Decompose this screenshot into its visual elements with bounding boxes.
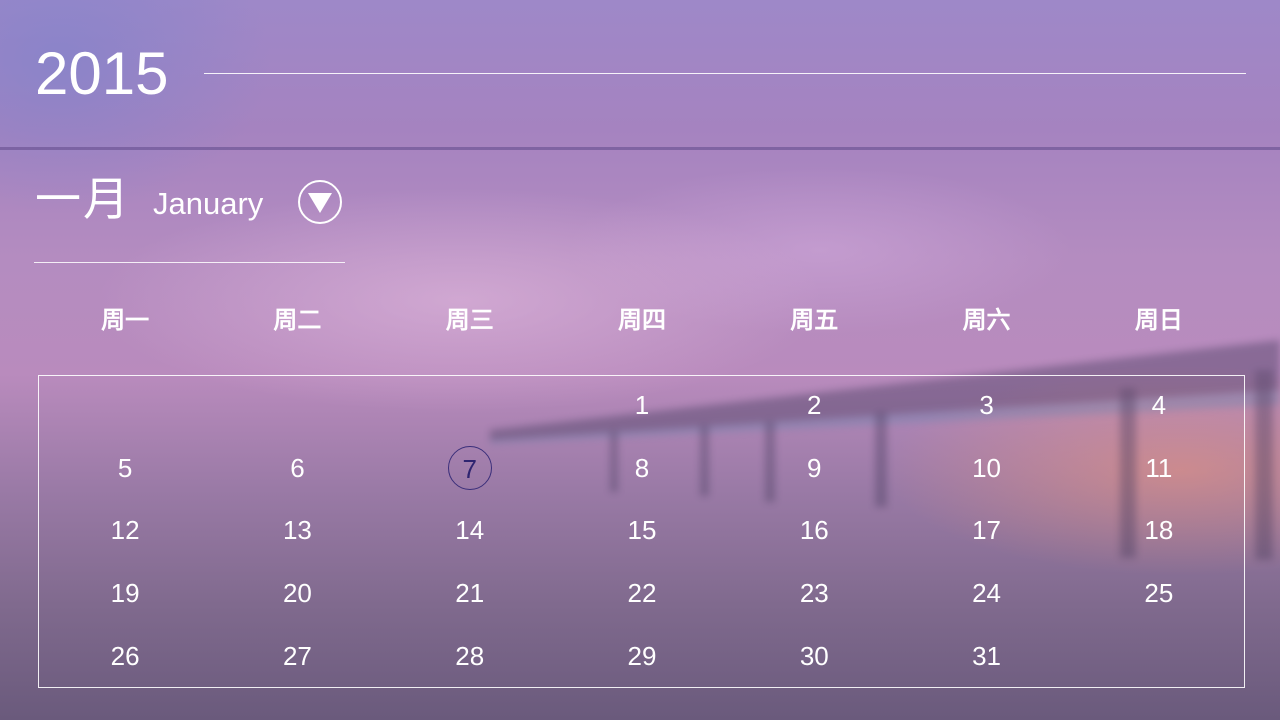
month-title-english: January bbox=[153, 186, 264, 221]
day-number: 24 bbox=[972, 578, 1002, 609]
day-cell[interactable]: 20 bbox=[211, 562, 383, 625]
highlighted-day-number: 7 bbox=[447, 445, 492, 490]
day-cell[interactable]: 14 bbox=[384, 499, 556, 562]
day-cell[interactable]: 27 bbox=[211, 624, 383, 687]
day-cell[interactable]: 4 bbox=[1073, 374, 1245, 437]
weekday-fri: 周五 bbox=[790, 305, 839, 334]
day-number: 13 bbox=[282, 515, 312, 546]
weekday-thu: 周四 bbox=[617, 305, 666, 334]
empty-day-cell bbox=[384, 374, 556, 437]
day-number: 15 bbox=[627, 515, 657, 546]
day-number: 28 bbox=[455, 640, 485, 671]
day-number: 10 bbox=[972, 452, 1002, 483]
day-number: 14 bbox=[455, 515, 485, 546]
day-cell[interactable]: 1 bbox=[556, 374, 728, 437]
day-number: 8 bbox=[634, 452, 650, 483]
day-number: 20 bbox=[282, 578, 312, 609]
year-title: 2015 bbox=[35, 40, 169, 107]
header-band-line bbox=[0, 147, 1280, 150]
day-cell[interactable]: 19 bbox=[39, 562, 211, 625]
month-title-chinese: 一月 bbox=[35, 172, 131, 226]
day-cell[interactable]: 6 bbox=[211, 437, 383, 500]
day-number: 16 bbox=[799, 515, 829, 546]
empty-day-cell bbox=[1073, 624, 1245, 687]
day-number: 29 bbox=[627, 640, 657, 671]
day-number: 21 bbox=[455, 578, 485, 609]
day-cell[interactable]: 26 bbox=[39, 624, 211, 687]
day-cell[interactable]: 15 bbox=[556, 499, 728, 562]
day-cell-highlighted[interactable]: 7 bbox=[384, 437, 556, 500]
day-cell[interactable]: 3 bbox=[900, 374, 1072, 437]
day-cell[interactable]: 5 bbox=[39, 437, 211, 500]
day-cell[interactable]: 8 bbox=[556, 437, 728, 500]
day-number: 30 bbox=[799, 640, 829, 671]
day-number: 3 bbox=[979, 390, 994, 421]
weekday-mon: 周一 bbox=[101, 305, 150, 334]
day-cell[interactable]: 29 bbox=[556, 624, 728, 687]
day-number: 26 bbox=[110, 640, 140, 671]
weekday-tue: 周二 bbox=[273, 305, 322, 334]
weekday-wed: 周三 bbox=[445, 305, 494, 334]
day-number: 2 bbox=[807, 390, 822, 421]
day-number: 12 bbox=[110, 515, 140, 546]
day-cell[interactable]: 30 bbox=[728, 624, 900, 687]
day-cell[interactable]: 17 bbox=[900, 499, 1072, 562]
day-number: 27 bbox=[282, 640, 312, 671]
day-number: 25 bbox=[1144, 578, 1174, 609]
day-number: 1 bbox=[634, 390, 650, 421]
empty-day-cell bbox=[39, 374, 211, 437]
day-number: 5 bbox=[117, 452, 133, 483]
empty-day-cell bbox=[211, 374, 383, 437]
day-cell[interactable]: 16 bbox=[728, 499, 900, 562]
day-number: 31 bbox=[972, 640, 1002, 671]
day-cell[interactable]: 11 bbox=[1073, 437, 1245, 500]
day-number: 11 bbox=[1145, 452, 1173, 483]
day-cell[interactable]: 28 bbox=[384, 624, 556, 687]
day-number: 22 bbox=[627, 578, 657, 609]
day-cell[interactable]: 2 bbox=[728, 374, 900, 437]
day-number: 23 bbox=[799, 578, 829, 609]
chevron-down-icon bbox=[308, 193, 332, 213]
day-number: 9 bbox=[807, 452, 822, 483]
day-cell[interactable]: 12 bbox=[39, 499, 211, 562]
day-number: 19 bbox=[110, 578, 140, 609]
month-dropdown-button[interactable] bbox=[298, 180, 342, 224]
day-cell[interactable]: 9 bbox=[728, 437, 900, 500]
day-number: 6 bbox=[290, 452, 305, 483]
weekday-sat: 周六 bbox=[962, 305, 1011, 334]
day-number: 18 bbox=[1144, 515, 1174, 546]
day-cell[interactable]: 31 bbox=[900, 624, 1072, 687]
weekday-sun: 周日 bbox=[1134, 305, 1183, 334]
month-divider bbox=[34, 262, 345, 263]
day-cell[interactable]: 13 bbox=[211, 499, 383, 562]
day-cell[interactable]: 21 bbox=[384, 562, 556, 625]
weekday-header-row: 周一 周二 周三 周四 周五 周六 周日 bbox=[39, 302, 1245, 338]
year-divider bbox=[204, 73, 1246, 74]
day-cell[interactable]: 25 bbox=[1073, 562, 1245, 625]
day-cell[interactable]: 10 bbox=[900, 437, 1072, 500]
day-number: 4 bbox=[1151, 390, 1167, 421]
day-cell[interactable]: 24 bbox=[900, 562, 1072, 625]
day-number: 17 bbox=[972, 515, 1002, 546]
day-cell[interactable]: 18 bbox=[1073, 499, 1245, 562]
day-cell[interactable]: 23 bbox=[728, 562, 900, 625]
calendar-day-grid: 1 2 3 4 5 6 7 8 9 10 11 12 13 14 15 16 1… bbox=[39, 374, 1245, 687]
day-cell[interactable]: 22 bbox=[556, 562, 728, 625]
